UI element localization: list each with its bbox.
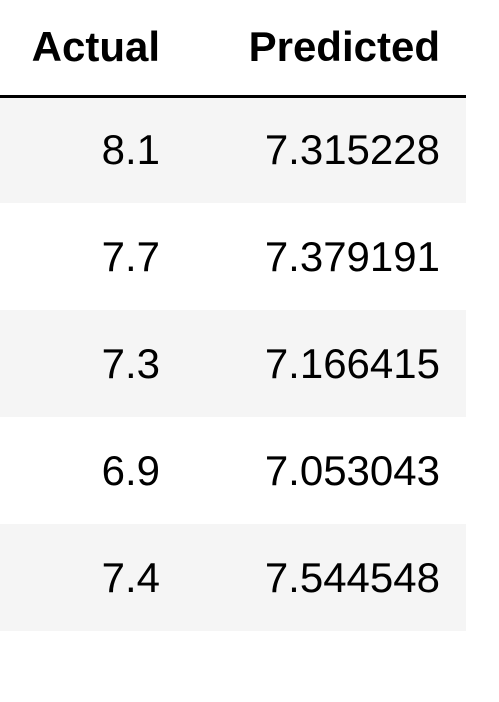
actual-cell: 7.3 [0, 310, 178, 417]
predicted-cell: 7.315228 [178, 96, 466, 203]
table-header: Actual Predicted [0, 0, 466, 98]
table-body: 8.1 7.315228 7.7 7.379191 7.3 7.166415 6… [0, 96, 466, 631]
column-header-actual: Actual [0, 0, 178, 98]
actual-cell: 7.4 [0, 524, 178, 631]
table-row: 6.9 7.053043 [0, 417, 466, 524]
predicted-cell: 7.053043 [178, 417, 466, 524]
predicted-cell: 7.544548 [178, 524, 466, 631]
column-header-predicted: Predicted [178, 0, 466, 98]
actual-cell: 7.7 [0, 203, 178, 310]
table-row: 7.4 7.544548 [0, 524, 466, 631]
actual-cell: 8.1 [0, 96, 178, 203]
actual-cell: 6.9 [0, 417, 178, 524]
predicted-cell: 7.166415 [178, 310, 466, 417]
predicted-cell: 7.379191 [178, 203, 466, 310]
results-table: Actual Predicted 8.1 7.315228 7.7 7.3791… [0, 0, 466, 631]
header-row: Actual Predicted [0, 0, 466, 98]
dataframe-output: Actual Predicted 8.1 7.315228 7.7 7.3791… [0, 0, 466, 631]
table-row: 8.1 7.315228 [0, 96, 466, 203]
table-row: 7.7 7.379191 [0, 203, 466, 310]
table-row: 7.3 7.166415 [0, 310, 466, 417]
